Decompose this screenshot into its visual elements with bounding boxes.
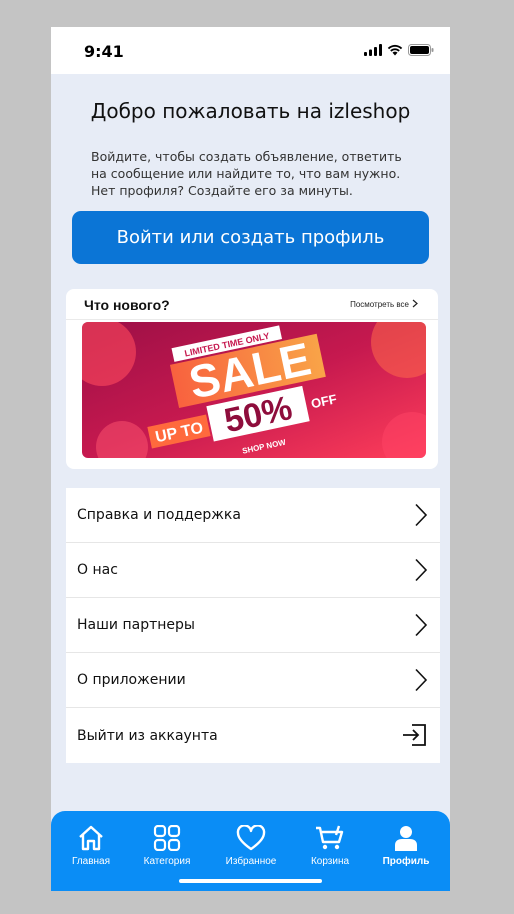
menu-item-partners[interactable]: Наши партнеры [66,598,440,653]
tab-home[interactable]: Главная [52,825,130,867]
tab-bar: Главная Категория Избранное Корзина Проф… [51,811,450,891]
tab-label: Корзина [310,856,350,867]
tab-category[interactable]: Категория [128,825,206,867]
status-time: 9:41 [84,42,124,61]
menu-item-about-app[interactable]: О приложении [66,653,440,708]
menu-item-support[interactable]: Справка и поддержка [66,488,440,543]
see-all-label: Посмотреть все [350,300,409,309]
chevron-right-icon [414,503,428,531]
menu-item-label: О приложении [77,672,186,688]
chevron-right-icon [414,613,428,641]
settings-menu: Справка и поддержка О нас Наши партнеры … [66,488,440,763]
news-title: Что нового? [84,297,170,313]
see-all-link[interactable]: Посмотреть все [350,299,418,310]
menu-item-label: Наши партнеры [77,617,195,633]
status-icons [364,43,434,61]
heart-icon [212,825,290,851]
chevron-right-icon [414,558,428,586]
tab-cart[interactable]: Корзина [291,825,369,867]
tab-profile[interactable]: Профиль [367,825,445,867]
sale-banner[interactable]: LIMITED TIME ONLY SALE UP TO 50% OFF SHO… [82,322,426,458]
welcome-title: Добро пожаловать на izleshop [90,99,411,123]
tab-label: Категория [143,856,191,867]
menu-item-logout[interactable]: Выйти из аккаунта [66,708,440,763]
status-bar: 9:41 [51,27,450,74]
signal-icon [364,43,382,61]
home-icon [52,825,130,851]
news-card: Что нового? Посмотреть все LIMITED TIME … [66,289,438,469]
menu-item-label: Выйти из аккаунта [77,727,218,744]
tab-favorites[interactable]: Избранное [212,825,290,867]
grid-icon [128,825,206,851]
home-indicator [179,879,322,883]
login-button[interactable]: Войти или создать профиль [72,211,429,264]
logout-icon [402,723,428,751]
profile-icon [367,825,445,851]
tab-label: Профиль [382,856,430,867]
tab-label: Главная [71,856,111,867]
chevron-right-small-icon [412,299,418,310]
battery-icon [408,43,434,61]
menu-item-about[interactable]: О нас [66,543,440,598]
welcome-text: Войдите, чтобы создать объявление, ответ… [91,149,402,198]
menu-item-label: О нас [77,562,118,578]
tab-label: Избранное [225,856,277,867]
chevron-right-icon [414,668,428,696]
divider [66,319,438,320]
wifi-icon [387,43,403,61]
menu-item-label: Справка и поддержка [77,507,241,523]
phone-screen: 9:41 Добро пожаловать на izleshop Войдит… [51,27,450,891]
cart-icon [291,825,369,851]
